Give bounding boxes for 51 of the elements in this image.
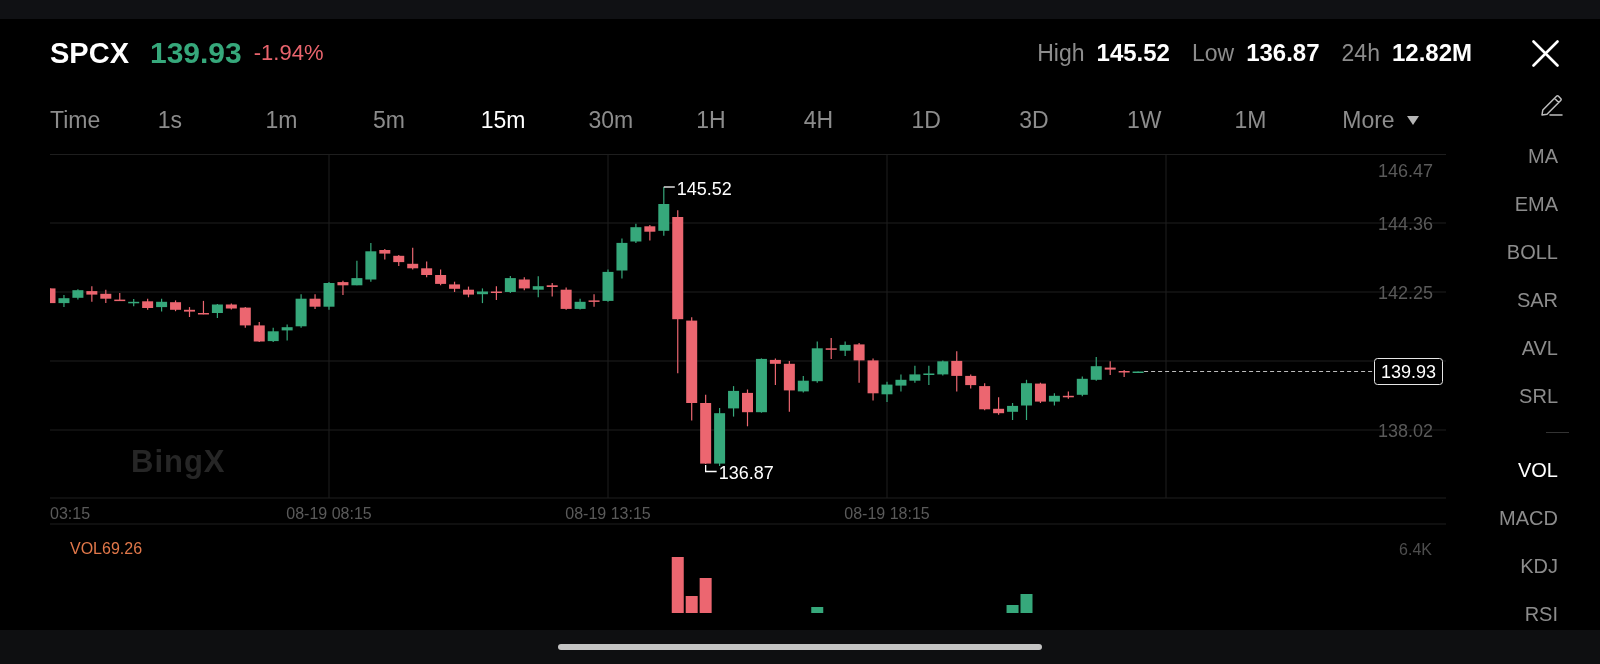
- leader-line: [663, 186, 676, 188]
- stat-value: 12.82M: [1391, 41, 1472, 65]
- time-axis-label: 03:15: [50, 504, 91, 522]
- interval-tab[interactable]: 1m: [265, 105, 298, 136]
- indicator-option[interactable]: SAR: [1516, 284, 1558, 316]
- more-dropdown[interactable]: More: [1342, 105, 1419, 136]
- leader-line: [705, 464, 718, 473]
- price-axis-label: 144.36: [1377, 213, 1433, 234]
- interval-tab[interactable]: 30m: [588, 105, 634, 136]
- indicator-option[interactable]: KDJ: [1520, 550, 1558, 582]
- stat-value: 136.87: [1246, 41, 1320, 65]
- pencil-icon[interactable]: [1541, 94, 1563, 116]
- interval-tab[interactable]: 1s: [157, 105, 182, 136]
- indicator-option[interactable]: RSI: [1524, 598, 1558, 630]
- indicator-option[interactable]: BOLL: [1506, 236, 1558, 268]
- time-axis-label: 08-19 08:15: [286, 504, 372, 522]
- indicator-option[interactable]: SRL: [1519, 380, 1558, 412]
- stat-value: 145.52: [1096, 41, 1170, 65]
- volume-axis-label: 6.4K: [1399, 540, 1432, 558]
- ticker-symbol: SPCX: [50, 38, 129, 68]
- interval-tab[interactable]: 5m: [373, 105, 405, 136]
- interval-tab[interactable]: 4H: [803, 105, 834, 136]
- time-axis-label: 08-19 13:15: [565, 504, 651, 522]
- time-axis-label: 08-19 18:15: [844, 504, 930, 522]
- price-axis-label: 142.25: [1377, 282, 1433, 303]
- indicator-option[interactable]: AVL: [1521, 332, 1558, 364]
- indicator-option[interactable]: MA: [1528, 140, 1558, 172]
- last-price-tag: 139.93: [1374, 358, 1443, 385]
- volume-indicator-label: VOL69.26: [70, 539, 143, 557]
- indicator-option[interactable]: VOL: [1517, 454, 1558, 486]
- interval-tab[interactable]: 1W: [1126, 105, 1162, 136]
- low-price-label: 136.87: [718, 462, 774, 483]
- interval-tab[interactable]: 1H: [696, 105, 726, 136]
- high-price-label: 145.52: [676, 178, 732, 199]
- caret-icon: [1406, 116, 1419, 125]
- indicator-option[interactable]: EMA: [1514, 188, 1558, 220]
- last-price: 139.93: [150, 38, 242, 68]
- interval-tab[interactable]: 3D: [1019, 105, 1049, 136]
- price-axis-label: 146.47: [1377, 161, 1433, 181]
- stat-label: High: [1037, 41, 1085, 65]
- stat-label: 24h: [1341, 41, 1380, 65]
- interval-tab[interactable]: 1D: [911, 105, 941, 136]
- interval-tab[interactable]: 15m: [480, 105, 526, 136]
- price-axis-label: 138.02: [1377, 420, 1433, 441]
- volume-bar: [811, 607, 824, 613]
- indicator-option[interactable]: MACD: [1499, 502, 1558, 534]
- price-change: -1.94%: [253, 42, 324, 64]
- stat-label: Low: [1191, 41, 1235, 65]
- interval-tab[interactable]: Time: [50, 105, 101, 136]
- interval-tab[interactable]: 1M: [1234, 105, 1267, 136]
- close-icon[interactable]: [1532, 39, 1559, 67]
